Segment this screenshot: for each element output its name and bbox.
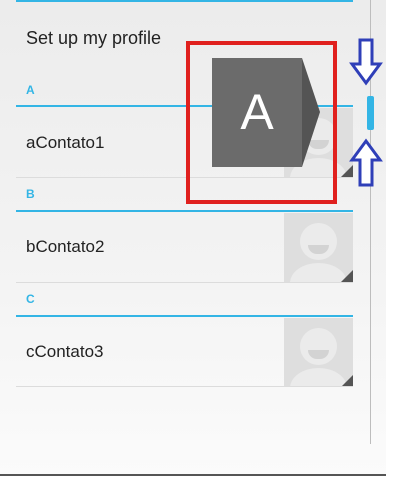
contact-item-acontato1[interactable]: aContato1	[26, 133, 104, 153]
row-divider	[16, 282, 353, 283]
section-indicator-letter: A	[240, 84, 274, 140]
section-header-c: C	[26, 292, 35, 306]
section-indicator-pointer	[302, 58, 320, 167]
contact-avatar-3[interactable]	[284, 318, 353, 387]
avatar-head	[300, 223, 337, 260]
section-header-a: A	[26, 83, 35, 97]
setup-profile-item[interactable]: Set up my profile	[26, 28, 161, 49]
contacts-list[interactable]: Set up my profile A aContato1 B bContato…	[0, 0, 386, 476]
bottom-edge	[0, 474, 386, 476]
screen: Set up my profile A aContato1 B bContato…	[0, 0, 403, 479]
contact-item-bcontato2[interactable]: bContato2	[26, 237, 104, 257]
contact-avatar-2[interactable]	[284, 213, 353, 282]
quick-contact-corner-icon	[341, 270, 353, 282]
section-divider-b	[16, 210, 353, 212]
avatar-shoulders	[290, 263, 347, 282]
avatar-shoulders	[290, 368, 347, 387]
contact-item-ccontato3[interactable]: cContato3	[26, 342, 104, 362]
fast-scroll-section-indicator: A	[212, 58, 302, 167]
avatar-head	[300, 328, 337, 365]
arrow-down-icon	[349, 38, 383, 86]
top-divider	[16, 0, 353, 2]
section-divider-c	[16, 315, 353, 317]
arrow-up-icon	[349, 138, 383, 187]
section-header-b: B	[26, 187, 35, 201]
fast-scroll-thumb[interactable]	[367, 96, 374, 130]
row-divider	[16, 177, 353, 178]
row-divider	[16, 386, 353, 387]
